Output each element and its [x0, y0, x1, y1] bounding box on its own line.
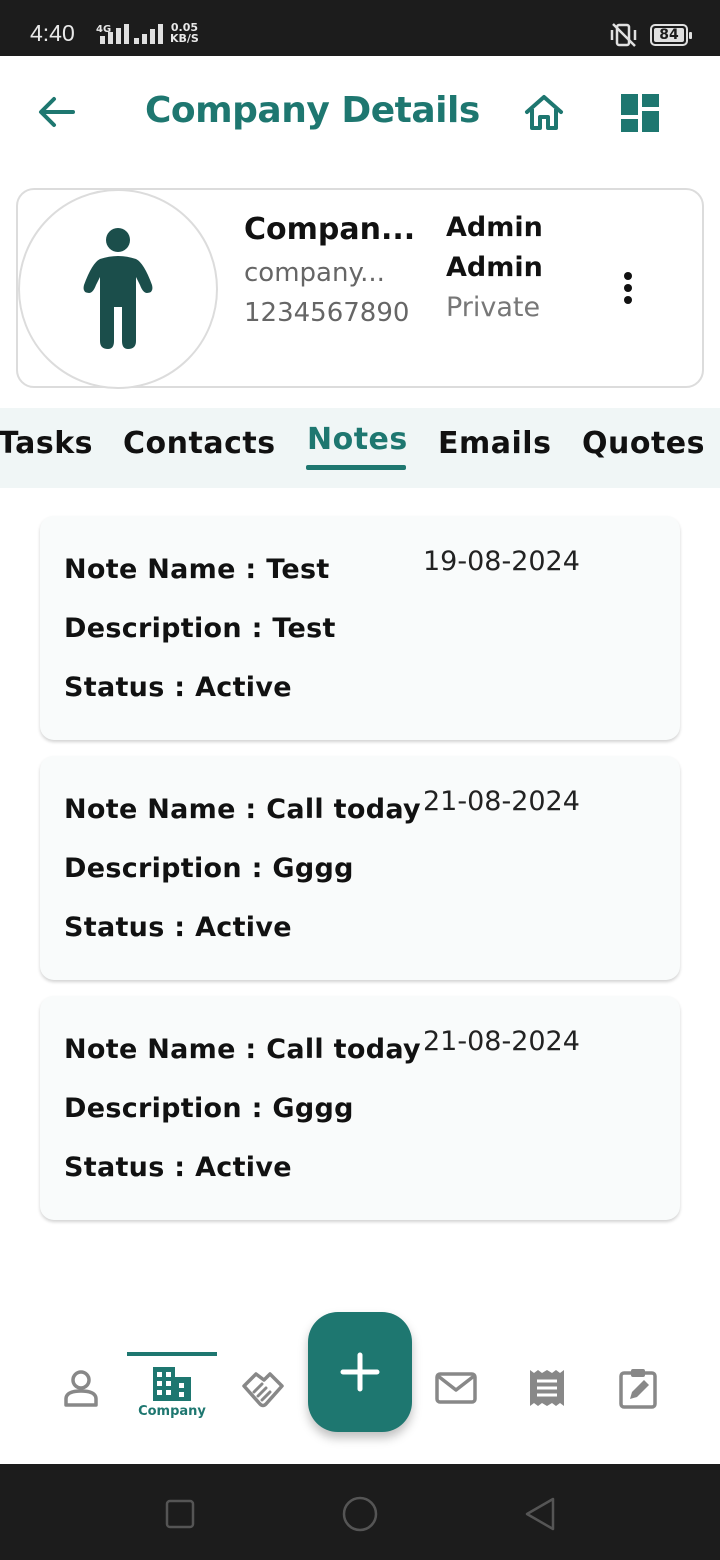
owner-first-name: Admin: [446, 212, 543, 243]
note-date: 19-08-2024: [423, 546, 580, 577]
nav-deals[interactable]: [233, 1360, 293, 1416]
avatar: [18, 189, 218, 389]
home-button[interactable]: [520, 90, 568, 134]
more-vert-icon: [624, 272, 632, 280]
home-icon: [525, 95, 563, 130]
note-description: Description : Test: [64, 613, 336, 644]
note-status: Status : Active: [64, 672, 292, 703]
add-fab-button[interactable]: [308, 1312, 412, 1432]
dashboard-icon: [621, 94, 659, 132]
note-status: Status : Active: [64, 912, 292, 943]
note-description: Description : Gggg: [64, 853, 354, 884]
note-name: Note Name : Call today: [64, 1034, 421, 1065]
status-bar: 4:40 4G 0.05 KB/S 84: [0, 0, 720, 56]
battery-level: 84: [659, 27, 679, 43]
home-system-button[interactable]: [340, 1494, 380, 1534]
email-icon: [435, 1372, 477, 1404]
signal-2-icon: [134, 22, 163, 44]
plus-icon: [340, 1352, 380, 1392]
note-date: 21-08-2024: [423, 1026, 580, 1057]
dashboard-button[interactable]: [618, 92, 662, 134]
tab-bar: Tasks Contacts Notes Emails Quotes: [0, 408, 720, 488]
nav-company-label: Company: [138, 1404, 206, 1419]
note-name: Note Name : Call today: [64, 794, 421, 825]
battery-icon: 84: [650, 24, 692, 46]
tab-contacts[interactable]: Contacts: [123, 426, 276, 461]
page-title: Company Details: [145, 90, 480, 131]
person-icon: [83, 228, 153, 349]
company-phone: 1234567890: [244, 298, 410, 328]
circle-home-icon: [342, 1496, 378, 1532]
note-date: 21-08-2024: [423, 786, 580, 817]
system-navigation-bar: [0, 1464, 720, 1560]
signal-1-icon: [100, 22, 129, 44]
triangle-back-icon: [525, 1497, 555, 1531]
note-card[interactable]: Note Name : Call today Description : Ggg…: [40, 756, 680, 980]
nav-emails[interactable]: [426, 1360, 486, 1416]
tab-emails[interactable]: Emails: [438, 426, 551, 461]
note-name: Note Name : Test: [64, 554, 330, 585]
back-button[interactable]: [34, 92, 78, 132]
edit-note-icon: [619, 1369, 657, 1409]
contact-icon: [64, 1370, 98, 1407]
recents-icon: [165, 1499, 195, 1529]
note-description: Description : Gggg: [64, 1093, 354, 1124]
owner-last-name: Admin: [446, 252, 543, 283]
app-header: Company Details: [0, 56, 720, 168]
nav-notes[interactable]: [608, 1360, 668, 1416]
note-card[interactable]: Note Name : Test Description : Test Stat…: [40, 516, 680, 740]
nav-contacts[interactable]: [51, 1360, 111, 1416]
recents-button[interactable]: [160, 1494, 200, 1534]
network-speed: 0.05 KB/S: [170, 22, 199, 44]
deal-handshake-icon: [242, 1372, 284, 1408]
speed-unit: KB/S: [170, 32, 199, 45]
note-card[interactable]: Note Name : Call today Description : Ggg…: [40, 996, 680, 1220]
receipt-icon: [530, 1370, 564, 1406]
vibrate-mute-icon: [608, 22, 640, 52]
company-profile-card: Compan... company... 1234567890 Admin Ad…: [16, 188, 704, 389]
tab-quotes[interactable]: Quotes: [582, 426, 705, 461]
company-email: company...: [244, 258, 385, 288]
note-status: Status : Active: [64, 1152, 292, 1183]
tab-notes[interactable]: Notes: [307, 422, 408, 457]
back-arrow-icon: [39, 97, 75, 127]
company-name: Compan...: [244, 212, 416, 247]
more-options-button[interactable]: [612, 268, 644, 308]
company-icon: [153, 1367, 191, 1401]
tab-tasks[interactable]: Tasks: [0, 426, 93, 461]
back-system-button[interactable]: [520, 1494, 560, 1534]
visibility-label: Private: [446, 292, 541, 323]
status-time: 4:40: [30, 20, 75, 46]
active-tab-indicator: [306, 465, 406, 470]
nav-quotes[interactable]: [517, 1360, 577, 1416]
